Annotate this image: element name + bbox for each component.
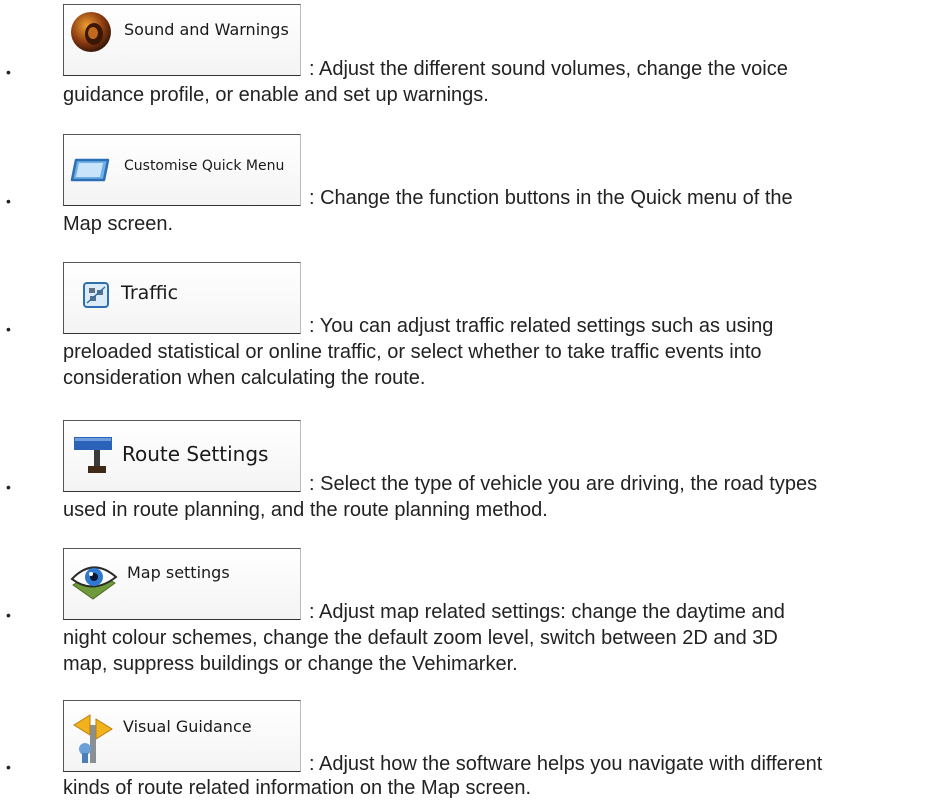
- bullet: •: [6, 321, 11, 337]
- route-settings-icon: [74, 437, 112, 473]
- route-settings-button[interactable]: Route Settings: [63, 420, 301, 492]
- bullet: •: [6, 193, 11, 209]
- signpost-icon: [73, 714, 113, 763]
- description-line: Map screen.: [63, 213, 174, 235]
- speaker-icon: [71, 12, 111, 52]
- bullet: •: [6, 607, 11, 623]
- description-line: : Select the type of vehicle you are dri…: [309, 473, 818, 495]
- eye-map-icon: [70, 566, 118, 600]
- traffic-icon: [83, 282, 109, 308]
- traffic-button[interactable]: Traffic: [63, 262, 301, 334]
- map-settings-button[interactable]: Map settings: [63, 548, 301, 620]
- description-line: guidance profile, or enable and set up w…: [63, 84, 489, 106]
- description-line: preloaded statistical or online traffic,…: [63, 341, 762, 363]
- description-line: : Adjust the different sound volumes, ch…: [309, 58, 788, 80]
- button-label: Sound and Warnings: [124, 20, 289, 39]
- description-line: : Adjust how the software helps you navi…: [309, 753, 823, 775]
- customise-quick-menu-button[interactable]: Customise Quick Menu: [63, 134, 301, 206]
- description-line: used in route planning, and the route pl…: [63, 499, 548, 521]
- bullet: •: [6, 64, 11, 80]
- quick-menu-icon: [70, 158, 110, 182]
- visual-guidance-button[interactable]: Visual Guidance: [63, 700, 301, 772]
- button-label: Visual Guidance: [123, 717, 252, 736]
- bullet: •: [6, 479, 11, 495]
- description-line: : You can adjust traffic related setting…: [309, 315, 774, 337]
- sound-and-warnings-button[interactable]: Sound and Warnings: [63, 4, 301, 76]
- description-line: : Adjust map related settings: change th…: [309, 601, 785, 623]
- button-label: Customise Quick Menu: [124, 158, 285, 174]
- description-line: night colour schemes, change the default…: [63, 627, 778, 649]
- description-line: consideration when calculating the route…: [63, 367, 426, 389]
- description-line: map, suppress buildings or change the Ve…: [63, 653, 518, 675]
- description-line: : Change the function buttons in the Qui…: [309, 187, 793, 209]
- button-label: Traffic: [121, 282, 179, 304]
- button-label: Route Settings: [122, 442, 269, 466]
- bullet: •: [6, 759, 11, 775]
- description-line: kinds of route related information on th…: [63, 777, 532, 799]
- button-label: Map settings: [127, 563, 230, 582]
